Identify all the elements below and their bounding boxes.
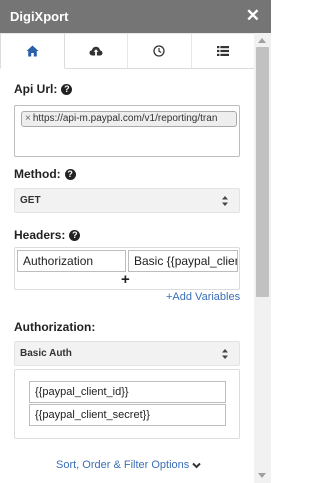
help-icon[interactable]: ? [61,83,73,95]
header-value-input[interactable]: Basic {{paypal_client [128,250,238,272]
home-icon [26,45,39,57]
add-header-button[interactable]: + [121,272,130,288]
help-icon[interactable]: ? [64,168,76,180]
tab-list[interactable] [191,33,254,68]
cloud-upload-icon [89,46,103,57]
list-icon [216,46,229,56]
clock-icon [153,45,165,57]
scrollbar[interactable] [254,33,271,483]
main-panel: Api Url: ? × https://api-m.paypal.com/v1/… [0,33,254,483]
authorization-label: Authorization: [14,320,96,334]
username-input[interactable]: {{paypal_client_id}} [29,381,226,403]
api-url-label: Api Url: ? [14,82,73,96]
api-url-field[interactable]: × https://api-m.paypal.com/v1/reporting/t… [14,105,240,157]
scroll-up-icon[interactable] [258,38,266,43]
add-variables-link[interactable]: +Add Variables [166,291,240,303]
title-bar: DigiXport ✕ [0,0,271,33]
headers-label: Headers: ? [14,228,81,242]
headers-table: Authorization Basic {{paypal_client + [14,247,240,290]
tab-bar [0,33,254,69]
select-arrows-icon [222,196,228,206]
tab-home[interactable] [0,33,65,69]
chevron-down-icon [192,462,201,468]
select-arrows-icon [222,349,228,359]
scrollbar-thumb[interactable] [256,47,269,297]
help-icon[interactable]: ? [69,229,81,241]
tab-schedule[interactable] [128,33,192,68]
auth-type-select[interactable]: Basic Auth [14,341,240,366]
scroll-down-icon[interactable] [258,473,266,478]
chip-remove-icon[interactable]: × [25,113,31,124]
app-title: DigiXport [10,9,69,24]
header-key-input[interactable]: Authorization [17,250,126,272]
auth-credentials: {{paypal_client_id}} {{paypal_client_sec… [14,369,240,439]
close-icon[interactable]: ✕ [246,7,260,25]
method-label: Method: ? [14,167,76,181]
method-select[interactable]: GET [14,188,240,213]
sort-order-filter-link[interactable]: Sort, Order & Filter Options [56,459,201,471]
api-url-chip: × https://api-m.paypal.com/v1/reporting/t… [21,111,237,127]
password-input[interactable]: {{paypal_client_secret}} [29,404,226,426]
api-url-value: https://api-m.paypal.com/v1/reporting/tr… [32,113,218,124]
tab-cloud-upload[interactable] [64,33,128,68]
